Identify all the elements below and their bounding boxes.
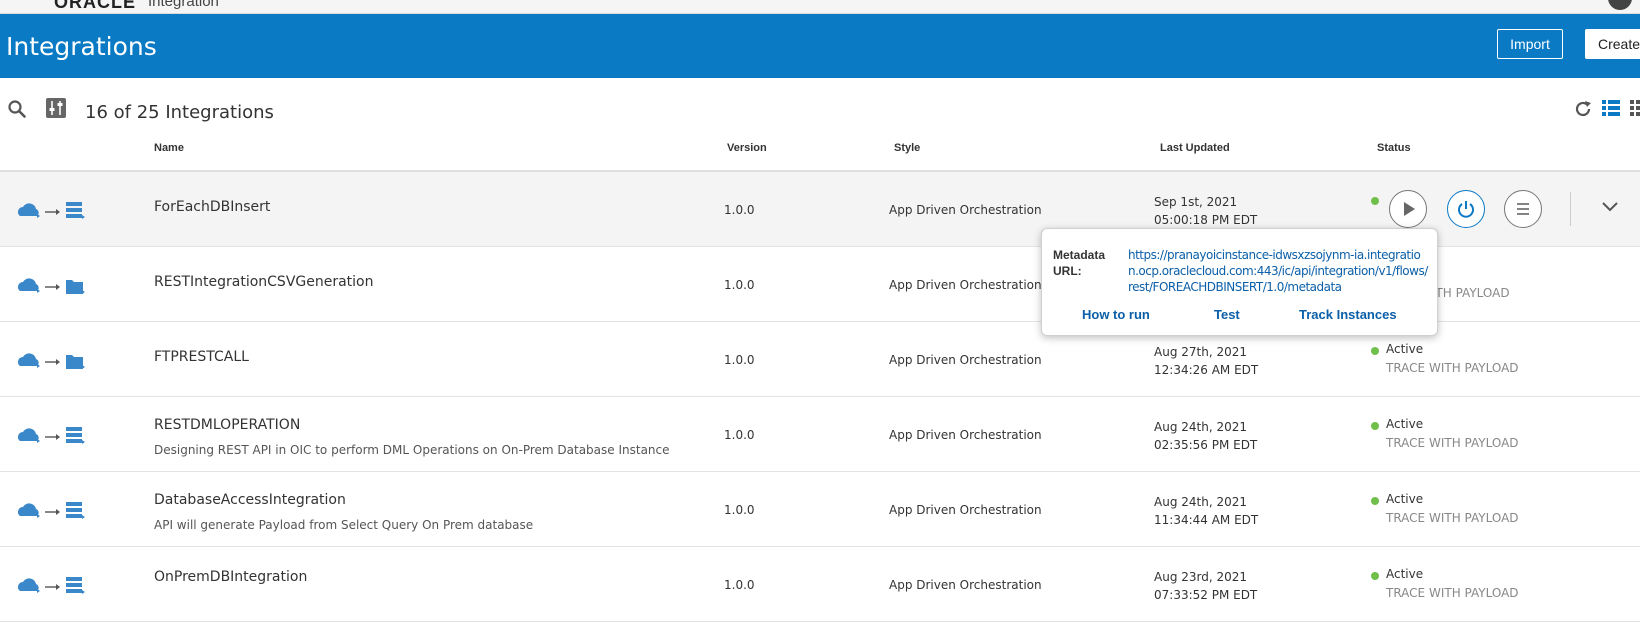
table-row[interactable]: RESTDMLOPERATION Designing REST API in O… — [0, 397, 1640, 472]
track-instances-link[interactable]: Track Instances — [1299, 307, 1397, 322]
cloud-to-database-icon — [18, 427, 85, 444]
column-header-last-updated[interactable]: Last Updated — [1160, 142, 1230, 154]
integration-name[interactable]: ForEachDBInsert — [154, 199, 270, 215]
trace-level: TRACE WITH PAYLOAD — [1386, 436, 1519, 450]
updated-time: 05:00:18 PM EDT — [1154, 213, 1258, 227]
integration-version: 1.0.0 — [724, 428, 755, 442]
column-header-style[interactable]: Style — [894, 142, 920, 154]
chevron-down-icon[interactable] — [1601, 200, 1619, 214]
last-updated: Sep 1st, 2021 05:00:18 PM EDT — [1154, 193, 1257, 229]
trace-level: TRACE WITH PAYLOAD — [1386, 511, 1519, 525]
updated-date: Sep 1st, 2021 — [1154, 195, 1238, 209]
status-dot — [1371, 572, 1379, 580]
integration-style: App Driven Orchestration — [889, 503, 1042, 517]
integration-name[interactable]: OnPremDBIntegration — [154, 569, 307, 585]
last-updated: Aug 27th, 2021 12:34:26 AM EDT — [1154, 343, 1258, 379]
column-header-name[interactable]: Name — [154, 142, 184, 154]
avatar[interactable] — [1608, 0, 1632, 10]
import-button[interactable]: Import — [1497, 29, 1563, 59]
status-text: Active — [1386, 492, 1424, 506]
integration-description: API will generate Payload from Select Qu… — [154, 518, 534, 532]
integration-style: App Driven Orchestration — [889, 428, 1042, 442]
status-text: Active — [1386, 342, 1424, 356]
updated-date: Aug 24th, 2021 — [1154, 495, 1247, 509]
brand-logo: ORACLE — [54, 0, 136, 12]
table-row[interactable]: DatabaseAccessIntegration API will gener… — [0, 472, 1640, 547]
last-updated: Aug 23rd, 2021 07:33:52 PM EDT — [1154, 568, 1257, 604]
list-toolbar: 16 of 25 Integrations — [0, 78, 1640, 138]
updated-time: 07:33:52 PM EDT — [1154, 588, 1258, 602]
integration-count: 16 of 25 Integrations — [85, 102, 274, 123]
search-icon[interactable] — [8, 100, 26, 118]
status-text: Active — [1386, 417, 1424, 431]
updated-time: 12:34:26 AM EDT — [1154, 363, 1259, 377]
trace-level: TRACE WITH PAYLOAD — [1386, 586, 1519, 600]
metadata-popup: Metadata URL: https://pranayoicinstance-… — [1041, 228, 1438, 336]
status-text: Active — [1386, 567, 1424, 581]
grid-view-icon[interactable] — [1630, 99, 1640, 117]
column-header-version[interactable]: Version — [727, 142, 767, 154]
integration-name[interactable]: DatabaseAccessIntegration — [154, 492, 346, 508]
test-link[interactable]: Test — [1214, 307, 1240, 322]
last-updated: Aug 24th, 2021 11:34:44 AM EDT — [1154, 493, 1258, 529]
cloud-to-database-icon — [18, 577, 85, 594]
updated-date: Aug 27th, 2021 — [1154, 345, 1247, 359]
integration-version: 1.0.0 — [724, 503, 755, 517]
deactivate-button[interactable] — [1447, 190, 1485, 228]
column-header-status[interactable]: Status — [1377, 142, 1411, 154]
filter-icon[interactable] — [46, 98, 66, 118]
menu-lines-icon — [1517, 203, 1529, 215]
product-name: Integration — [148, 0, 219, 10]
integration-name[interactable]: FTPRESTCALL — [154, 349, 249, 365]
refresh-icon[interactable] — [1574, 100, 1592, 118]
how-to-run-link[interactable]: How to run — [1082, 307, 1150, 322]
integration-version: 1.0.0 — [724, 353, 755, 367]
cloud-to-database-icon — [18, 502, 85, 519]
integration-description: Designing REST API in OIC to perform DML… — [154, 443, 670, 457]
page-header: Integrations Import Create — [0, 14, 1640, 78]
integration-style: App Driven Orchestration — [889, 203, 1042, 217]
cloud-to-file-icon — [18, 353, 85, 369]
cloud-to-database-icon — [18, 202, 85, 219]
run-button[interactable] — [1389, 190, 1427, 228]
divider — [1570, 192, 1571, 226]
integration-name[interactable]: RESTIntegrationCSVGeneration — [154, 274, 374, 290]
create-button[interactable]: Create — [1585, 29, 1640, 59]
updated-time: 02:35:56 PM EDT — [1154, 438, 1258, 452]
page-title: Integrations — [6, 32, 157, 61]
play-icon — [1404, 202, 1415, 216]
power-icon — [1458, 201, 1474, 218]
integration-style: App Driven Orchestration — [889, 578, 1042, 592]
metadata-url-link[interactable]: https://pranayoicinstance-idwsxzsojynm-i… — [1128, 247, 1430, 295]
cloud-to-file-icon — [18, 278, 85, 294]
hamburger-menu-icon[interactable] — [12, 0, 32, 2]
integration-version: 1.0.0 — [724, 278, 755, 292]
status-dot — [1371, 422, 1379, 430]
status-dot — [1371, 497, 1379, 505]
status-dot — [1371, 347, 1379, 355]
last-updated: Aug 24th, 2021 02:35:56 PM EDT — [1154, 418, 1257, 454]
list-view-icon[interactable] — [1602, 99, 1620, 117]
actions-menu-button[interactable] — [1504, 190, 1542, 228]
updated-date: Aug 24th, 2021 — [1154, 420, 1247, 434]
updated-time: 11:34:44 AM EDT — [1154, 513, 1259, 527]
metadata-url-label: Metadata URL: — [1053, 248, 1106, 278]
integration-version: 1.0.0 — [724, 203, 755, 217]
integration-version: 1.0.0 — [724, 578, 755, 592]
integration-name[interactable]: RESTDMLOPERATION — [154, 417, 300, 433]
trace-level: TRACE WITH PAYLOAD — [1386, 361, 1519, 375]
table-header: Name Version Style Last Updated Status — [0, 138, 1640, 172]
integration-style: App Driven Orchestration — [889, 353, 1042, 367]
integration-style: App Driven Orchestration — [889, 278, 1042, 292]
status-dot — [1371, 197, 1379, 205]
updated-date: Aug 23rd, 2021 — [1154, 570, 1248, 584]
table-row[interactable]: OnPremDBIntegration 1.0.0 App Driven Orc… — [0, 547, 1640, 622]
top-bar: ORACLE Integration — [0, 0, 1640, 14]
